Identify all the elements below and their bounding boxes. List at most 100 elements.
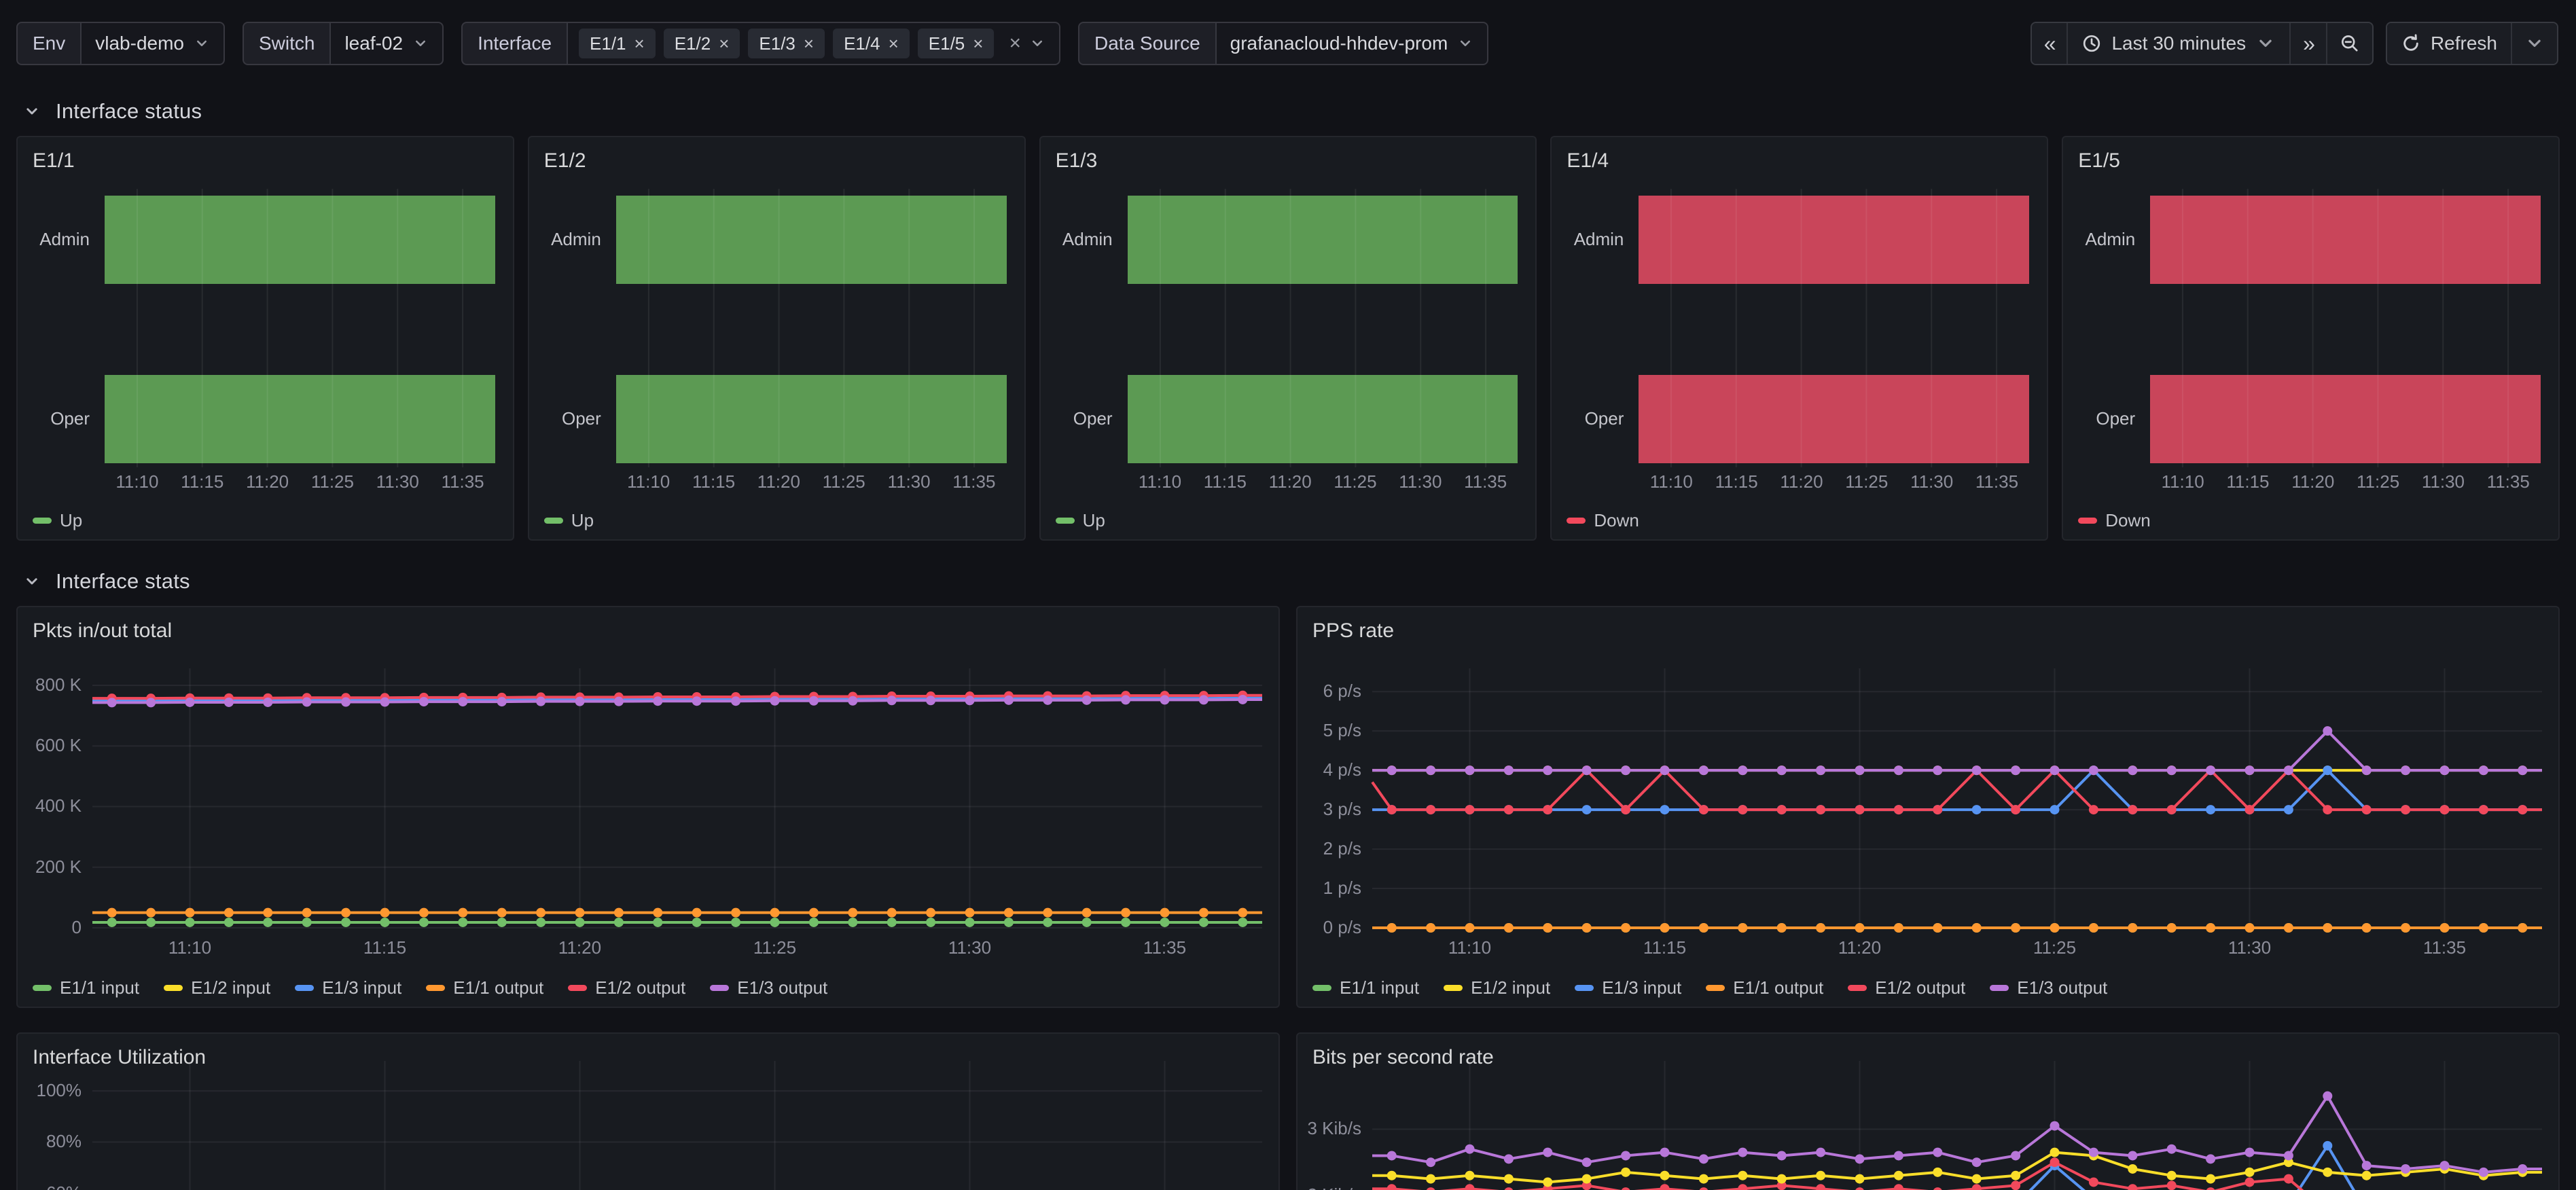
legend-item[interactable]: E1/1 output: [1706, 977, 1823, 998]
legend-item[interactable]: E1/1 output: [426, 977, 543, 998]
series-line-E1-3-output: [1372, 731, 2542, 770]
chip-label: E1/1: [590, 33, 626, 54]
legend: Up: [33, 510, 82, 531]
datasource-value: grafanacloud-hhdev-prom: [1230, 33, 1448, 54]
pps-chart: 0 p/s1 p/s2 p/s3 p/s4 p/s5 p/s6 p/s11:10…: [1298, 607, 2558, 1007]
legend-item[interactable]: Up: [1056, 510, 1105, 531]
interface-chip[interactable]: E1/1 ×: [579, 29, 656, 58]
legend-color-dash: [1056, 518, 1075, 524]
time-shift-forward-button[interactable]: »: [2291, 23, 2327, 64]
section-interface-status[interactable]: Interface status: [0, 87, 2576, 136]
section-interface-stats[interactable]: Interface stats: [0, 557, 2576, 606]
legend: Down: [1567, 510, 1639, 531]
legend-color-dash: [1848, 985, 1867, 991]
panel-title[interactable]: E1/5: [2078, 149, 2120, 173]
series-line-E1-3-output: [1372, 1096, 2542, 1172]
clock-icon: [2081, 33, 2102, 54]
chip-remove-icon[interactable]: ×: [804, 35, 814, 52]
panel-title[interactable]: E1/1: [33, 149, 75, 173]
x-tick-label: 11:10: [1423, 937, 1518, 958]
panel-interface-utilization: Interface Utilization 100%80%60%: [16, 1032, 1280, 1190]
status-timeline: AdminOper11:1011:1511:2011:2511:3011:35U…: [529, 137, 1024, 539]
legend-color-dash: [2078, 518, 2097, 524]
interface-chip[interactable]: E1/2 ×: [664, 29, 740, 58]
legend-item[interactable]: E1/3 output: [710, 977, 827, 998]
time-range-picker[interactable]: Last 30 minutes: [2068, 23, 2291, 64]
interface-select[interactable]: [1025, 23, 1059, 64]
chevron-down-icon: [1029, 35, 1045, 52]
legend: Up: [1056, 510, 1105, 531]
time-zoom-out-button[interactable]: [2327, 23, 2372, 64]
chevron-down-icon: [2524, 33, 2545, 54]
chip-label: E1/2: [675, 33, 711, 54]
chip-remove-icon[interactable]: ×: [889, 35, 899, 52]
legend-item[interactable]: E1/3 input: [295, 977, 401, 998]
legend-label: E1/1 input: [60, 977, 139, 998]
status-panel-E1-1: E1/1AdminOper11:1011:1511:2011:2511:3011…: [16, 136, 514, 541]
time-range-label: Last 30 minutes: [2111, 33, 2246, 54]
refresh-interval-select[interactable]: [2512, 23, 2557, 64]
legend-item[interactable]: Down: [2078, 510, 2150, 531]
legend-item[interactable]: E1/1 input: [33, 977, 139, 998]
y-tick-label: 400 K: [18, 795, 82, 816]
legend-label: E1/3 input: [322, 977, 401, 998]
panel-title[interactable]: Bits per second rate: [1312, 1046, 1494, 1069]
legend-label: Up: [60, 510, 82, 531]
legend-item[interactable]: E1/3 output: [1990, 977, 2107, 998]
chip-remove-icon[interactable]: ×: [634, 35, 645, 52]
panel-pps-rate: PPS rate 0 p/s1 p/s2 p/s3 p/s4 p/s5 p/s6…: [1296, 606, 2560, 1008]
interface-chip[interactable]: E1/4×: [833, 29, 910, 58]
chevron-down-icon: [23, 573, 41, 590]
legend-item[interactable]: E1/2 input: [1444, 977, 1550, 998]
y-tick-label: 3 Kib/s: [1298, 1118, 1361, 1139]
legend: Down: [2078, 510, 2150, 531]
switch-select[interactable]: leaf-02: [331, 23, 442, 64]
chart-canvas: [18, 1034, 1278, 1190]
datasource-select[interactable]: grafanacloud-hhdev-prom: [1217, 23, 1488, 64]
y-tick-label: 2 p/s: [1298, 838, 1361, 859]
time-shift-back-button[interactable]: «: [2032, 23, 2069, 64]
chip-remove-icon[interactable]: ×: [973, 35, 983, 52]
legend-item[interactable]: E1/2 output: [1848, 977, 1965, 998]
env-select[interactable]: vlab-demo: [82, 23, 223, 64]
x-tick-label: 11:30: [2202, 937, 2297, 958]
legend-item[interactable]: Up: [544, 510, 594, 531]
y-tick-label: 0: [18, 917, 82, 938]
status-gridlines: [18, 137, 513, 539]
legend-color-dash: [295, 985, 314, 991]
status-panel-E1-5: E1/5AdminOper11:1011:1511:2011:2511:3011…: [2062, 136, 2560, 541]
switch-value: leaf-02: [344, 33, 403, 54]
legend-label: Down: [2105, 510, 2150, 531]
panel-title[interactable]: E1/3: [1056, 149, 1098, 173]
panel-title[interactable]: E1/4: [1567, 149, 1609, 173]
chevron-down-icon: [194, 35, 210, 52]
legend-label: E1/3 input: [1602, 977, 1681, 998]
legend-color-dash: [568, 985, 587, 991]
interface-clear-all-icon[interactable]: ×: [1005, 23, 1025, 64]
legend-label: E1/1 output: [1733, 977, 1823, 998]
legend-item[interactable]: E1/2 output: [568, 977, 685, 998]
legend-item[interactable]: E1/3 input: [1575, 977, 1681, 998]
interface-variable-control: Interface E1/1×E1/2×E1/3×E1/4×E1/5× ×: [461, 22, 1060, 65]
interface-chip[interactable]: E1/5×: [918, 29, 995, 58]
chevron-down-icon: [2255, 33, 2276, 54]
panel-title[interactable]: PPS rate: [1312, 619, 1394, 643]
refresh-button[interactable]: Refresh: [2387, 23, 2512, 64]
legend-item[interactable]: E1/2 input: [164, 977, 270, 998]
panel-title[interactable]: Pkts in/out total: [33, 619, 172, 643]
chip-remove-icon[interactable]: ×: [719, 35, 729, 52]
section-title: Interface stats: [56, 569, 190, 594]
panel-title[interactable]: E1/2: [544, 149, 586, 173]
interface-chip[interactable]: E1/3×: [748, 29, 825, 58]
datasource-label: Data Source: [1079, 23, 1217, 64]
status-gridlines: [1552, 137, 2047, 539]
x-tick-label: 11:35: [2397, 937, 2492, 958]
legend-color-dash: [1567, 518, 1586, 524]
panel-title[interactable]: Interface Utilization: [33, 1046, 206, 1069]
double-chevron-left-icon: «: [2044, 31, 2055, 56]
legend-item[interactable]: E1/1 input: [1312, 977, 1419, 998]
x-tick-label: 11:35: [1117, 937, 1213, 958]
status-gridlines: [529, 137, 1024, 539]
legend-item[interactable]: Up: [33, 510, 82, 531]
legend-item[interactable]: Down: [1567, 510, 1639, 531]
